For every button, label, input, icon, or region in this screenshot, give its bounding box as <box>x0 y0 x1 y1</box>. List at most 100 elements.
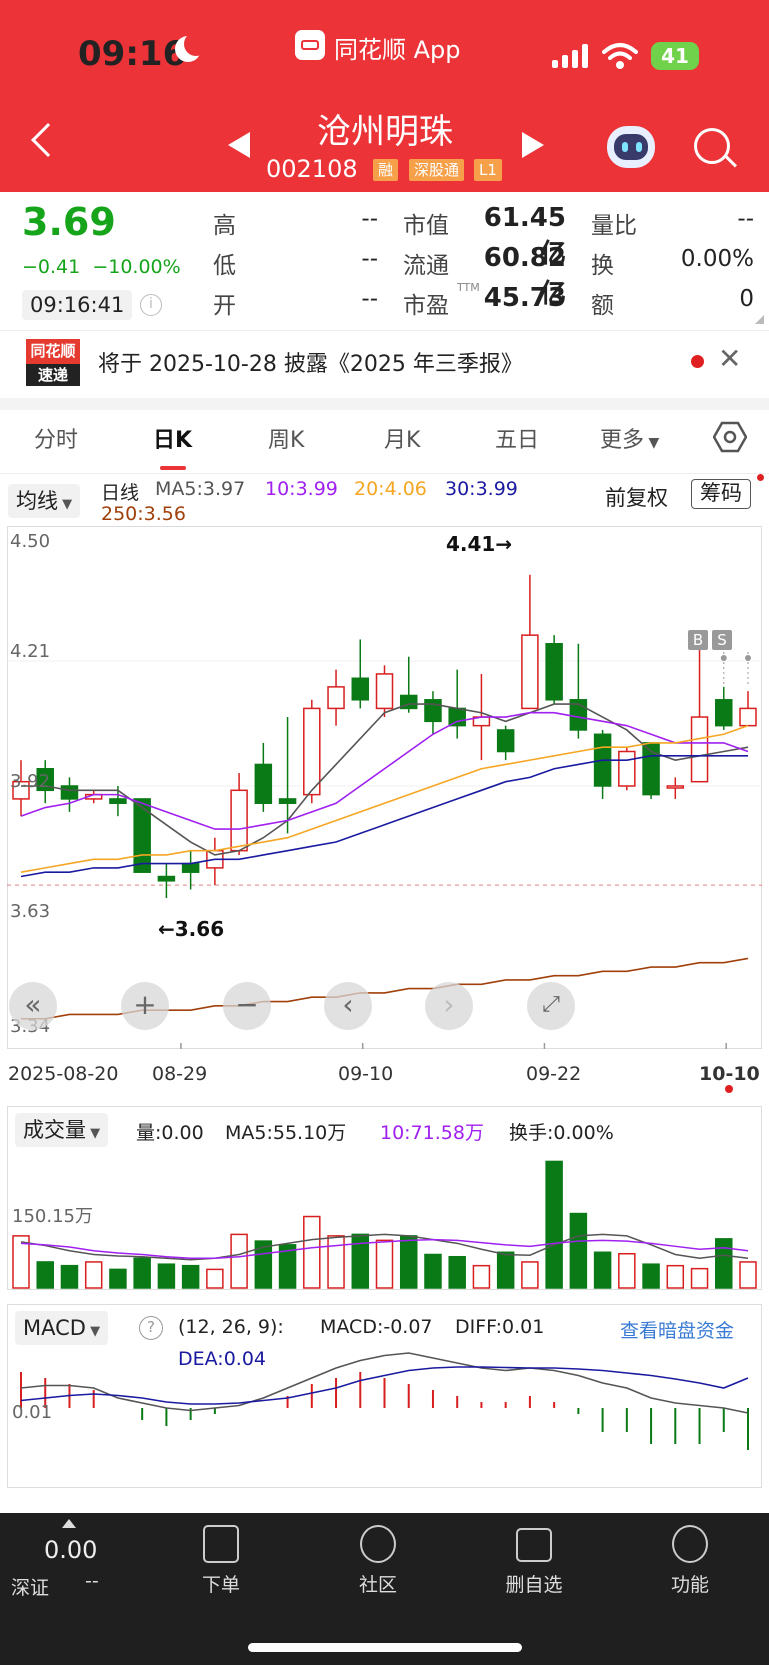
tab-daily-k[interactable]: 日K <box>153 422 192 454</box>
candle-body <box>375 673 394 710</box>
nav-remove-watchlist[interactable]: 删自选 <box>494 1570 574 1597</box>
nav-functions[interactable]: 功能 <box>650 1570 730 1597</box>
candle-body <box>327 686 345 710</box>
volume-bar <box>472 1264 491 1289</box>
volume-bar <box>60 1264 79 1289</box>
settings-gear-icon[interactable] <box>713 421 747 453</box>
index-change: -- <box>85 1570 99 1592</box>
app-logo-mark <box>301 40 319 50</box>
x-label: 09-10 <box>338 1063 394 1085</box>
x-label: 08-29 <box>152 1063 208 1085</box>
volume-bar <box>569 1212 588 1289</box>
candle-body <box>133 798 151 873</box>
y-label: 4.21 <box>10 641 51 662</box>
macd-chart[interactable] <box>7 1340 762 1488</box>
sell-signal-badge[interactable]: S <box>712 630 732 650</box>
index-name[interactable]: 深证 <box>11 1573 49 1600</box>
candle-body <box>230 789 248 852</box>
candle-body <box>303 707 321 796</box>
expand-corner-icon[interactable] <box>755 315 764 324</box>
chips-button[interactable]: 筹码 <box>691 479 751 509</box>
ma30-legend: 30:3.99 <box>445 478 518 500</box>
field-label: 高 <box>213 213 236 239</box>
adjust-mode[interactable]: 前复权 <box>605 482 668 512</box>
candle-body <box>351 677 370 701</box>
candle-body <box>60 785 79 800</box>
volume-bar <box>690 1267 709 1289</box>
tab-monthly-k[interactable]: 月K <box>384 422 420 454</box>
candle-body <box>157 875 176 882</box>
unread-dot <box>691 355 704 368</box>
nav-community[interactable]: 社区 <box>338 1570 418 1597</box>
prev-stock-icon[interactable] <box>228 132 250 158</box>
field-label: 额 <box>591 293 614 319</box>
ma20-legend: 20:4.06 <box>354 478 427 500</box>
change-value: −0.41 <box>22 256 81 278</box>
candle-body <box>424 699 442 723</box>
indicator-dropdown[interactable]: 均线 ▼ <box>8 484 81 518</box>
tab-five-day[interactable]: 五日 <box>495 422 539 454</box>
fullscreen-icon[interactable]: ⤢ <box>527 982 575 1030</box>
battery-icon: 41 <box>651 42 699 70</box>
tag-margin: 融 <box>373 159 399 181</box>
field-value: 45.73 <box>483 283 566 313</box>
field-value: 0 <box>739 286 754 312</box>
scroll-right-icon[interactable]: › <box>425 982 473 1030</box>
close-icon[interactable]: ✕ <box>718 342 741 375</box>
price-change: −0.41 −10.00% <box>22 256 181 278</box>
candle-body <box>496 729 515 753</box>
x-label: 09-22 <box>526 1063 582 1085</box>
robot-face <box>614 134 648 160</box>
ma-line-ma30 <box>20 755 748 878</box>
macd-zero-label: 0.01 <box>12 1402 53 1423</box>
menu-icon[interactable] <box>672 1525 708 1563</box>
chevron-down-icon: ▼ <box>644 435 660 451</box>
tab-minute[interactable]: 分时 <box>34 422 78 454</box>
app-name: 同花顺 App <box>334 36 461 64</box>
index-value[interactable]: 0.00 <box>44 1536 97 1564</box>
tab-more[interactable]: 更多 ▼ <box>600 422 659 454</box>
volume-bar <box>642 1263 660 1289</box>
active-tab-indicator <box>160 466 186 470</box>
latest-dot <box>725 1085 733 1093</box>
buy-signal-badge[interactable]: B <box>688 630 708 650</box>
search-icon[interactable] <box>694 128 730 164</box>
rewind-icon[interactable]: « <box>9 982 57 1030</box>
x-label: 2025-08-20 <box>8 1063 119 1085</box>
next-stock-icon[interactable] <box>522 132 544 158</box>
bs-dot <box>720 655 727 661</box>
field-label: 市值 <box>403 213 449 239</box>
remove-watchlist-icon[interactable] <box>516 1528 552 1562</box>
zoom-out-icon[interactable]: − <box>223 982 271 1030</box>
tab-weekly-k[interactable]: 周K <box>268 422 304 454</box>
info-icon[interactable]: i <box>140 294 162 316</box>
kline-chart[interactable] <box>7 526 762 1049</box>
volume-bar <box>545 1160 563 1289</box>
community-icon[interactable] <box>360 1525 396 1563</box>
wifi-icon <box>602 43 638 69</box>
period-label: 日线 <box>101 482 140 504</box>
announcement-text[interactable]: 将于 2025-10-28 披露《2025 年三季报》 <box>98 346 523 378</box>
home-indicator <box>248 1643 522 1652</box>
candle-body <box>521 634 539 710</box>
zoom-in-icon[interactable]: + <box>121 982 169 1030</box>
scroll-left-icon[interactable]: ‹ <box>324 982 372 1030</box>
robot-eye <box>636 142 642 152</box>
y-label: 4.50 <box>10 531 51 552</box>
field-value: -- <box>361 286 378 312</box>
volume-chart[interactable] <box>7 1150 762 1290</box>
candle-body <box>690 716 709 783</box>
news-logo-sub: 速递 <box>26 364 80 386</box>
y-label: 3.63 <box>10 901 51 922</box>
volume-bar <box>181 1264 200 1289</box>
candle-body <box>448 707 466 727</box>
x-label: 10-10 <box>699 1063 760 1085</box>
robot-eye <box>622 142 628 152</box>
volume-bar <box>424 1253 442 1289</box>
volume-bar <box>448 1255 466 1289</box>
volume-bar <box>496 1251 515 1289</box>
change-pct: −10.00% <box>92 256 181 278</box>
order-icon[interactable] <box>203 1525 239 1563</box>
candle-body <box>278 798 297 804</box>
nav-order[interactable]: 下单 <box>181 1570 261 1597</box>
